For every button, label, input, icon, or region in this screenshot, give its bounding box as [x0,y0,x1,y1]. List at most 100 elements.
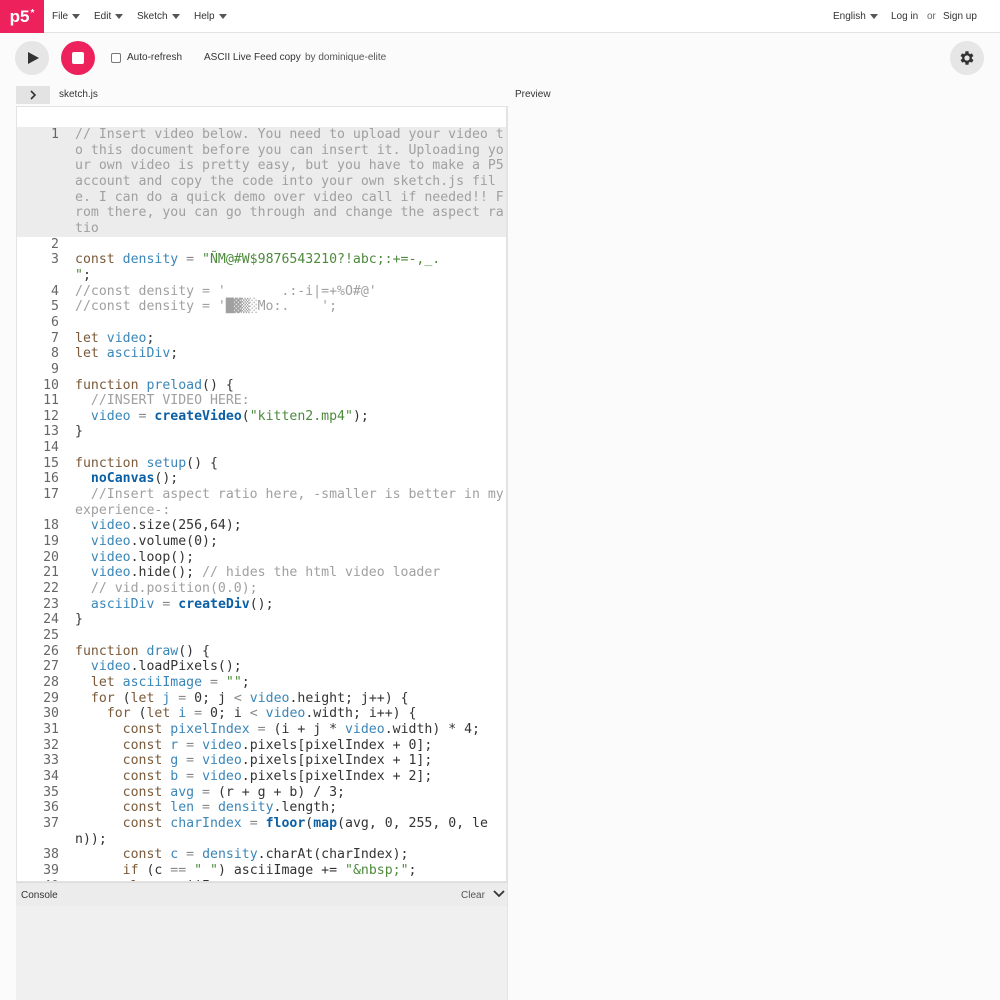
code-text: const density = "ÑM@#W$9876543210?!abc;:… [59,252,506,283]
code-line[interactable]: 25​ [17,628,506,644]
line-number: 20 [43,549,59,565]
code-token: density [217,800,274,816]
code-line[interactable]: 36 const len = density.length; [17,800,506,816]
line-number: 39 [43,862,59,878]
code-line[interactable]: 10 function preload() { [17,377,506,394]
code-text: ​ [59,362,506,378]
sidebar-toggle-button[interactable] [16,86,50,104]
code-line[interactable]: 33 const g = video.pixels[pixelIndex + 1… [17,753,506,769]
code-editor[interactable]: 1 // Insert video below. You need to uplo… [16,106,507,882]
line-number: 35 [43,784,59,800]
settings-button[interactable] [950,41,984,75]
code-line[interactable]: 35 const avg = (r + g + b) / 3; [17,784,506,801]
code-area[interactable]: 1 // Insert video below. You need to uplo… [17,127,506,881]
code-token: const [122,737,171,753]
code-token: = [178,768,203,784]
code-token: // vid.position(0.0); [90,581,258,597]
code-token: const [122,721,171,737]
code-line[interactable]: 9​ [17,362,506,378]
console-output[interactable] [16,906,507,1000]
menu-sketch[interactable]: Sketch [137,0,180,33]
code-line[interactable]: 31 const pixelIndex = (i + j * video.wid… [17,721,506,738]
line-number: 14 [43,440,59,456]
autorefresh-checkbox[interactable] [111,52,121,63]
autorefresh-toggle[interactable]: Auto-refresh [111,52,182,63]
code-token: function [75,455,147,471]
code-token: = [186,706,211,722]
code-line[interactable]: 1 // Insert video below. You need to uplo… [17,127,506,237]
code-line[interactable]: 18 video.size(256,64); [17,518,506,534]
code-line[interactable]: 24} [17,612,506,628]
code-token: //INSERT VIDEO HERE: [90,393,250,409]
code-text: for (let i = 0; i < video.width; i++) { [59,706,506,722]
code-token: setup [146,455,187,471]
code-token: ( [122,690,131,706]
code-line[interactable]: 11 //INSERT VIDEO HERE: [17,393,506,409]
play-button[interactable] [15,41,49,75]
code-line[interactable]: 3 const density = "ÑM@#W$9876543210?!abc;… [17,252,506,283]
code-line[interactable]: 27 video.loadPixels(); [17,659,506,675]
code-line[interactable]: 15 function setup() { [17,455,506,472]
code-token: "kitten2.mp4" [249,408,353,424]
language-label: English [833,11,866,22]
code-line[interactable]: 28 let asciiImage = ""; [17,674,506,691]
code-line[interactable]: 30 for (let i = 0; i < video.width; i++)… [17,706,506,722]
code-line[interactable]: 32 const r = video.pixels[pixelIndex + 0… [17,737,506,754]
code-text: const charIndex = floor(map(avg, 0, 255,… [59,816,506,847]
chevron-down-icon [869,14,878,19]
code-line[interactable]: 39 if (c == " ") asciiImage += "&nbsp;"; [17,862,506,879]
code-token: const [122,784,171,800]
login-link[interactable]: Log in [891,0,918,33]
code-line[interactable]: 4 //const density = ' .:-i|=+%O#@' [17,284,506,300]
code-line[interactable]: 22 // vid.position(0.0); [17,581,506,597]
menu-help-label: Help [194,11,215,22]
code-text: ​ [59,237,506,253]
file-tab-sketch[interactable]: sketch.js [59,89,98,100]
logo-text: p5 [9,6,30,26]
code-line[interactable]: 14​ [17,440,506,456]
chevron-down-icon[interactable] [492,887,506,901]
code-line[interactable]: 19 video.volume(0); [17,534,506,550]
menu-file[interactable]: File [52,0,81,33]
code-line[interactable]: 34 const b = video.pixels[pixelIndex + 2… [17,768,506,785]
code-token: ; [408,862,417,878]
menu-edit[interactable]: Edit [94,0,124,33]
code-line[interactable]: 29 for (let j = 0; j < video.height; j++… [17,690,506,707]
code-line[interactable]: 7 let video; [17,331,506,347]
sketch-owner[interactable]: by dominique-elite [305,52,386,63]
code-line[interactable]: 23 asciiDiv = createDiv(); [17,597,506,613]
language-selector[interactable]: English [833,0,878,33]
code-text: noCanvas(); [59,471,506,487]
code-token: () { [202,377,234,393]
code-line[interactable]: 8 let asciiDiv; [17,346,506,362]
code-line[interactable]: 38 const c = density.charAt(charIndex); [17,847,506,863]
code-line[interactable]: 26 function draw() { [17,644,506,660]
code-token: " " [194,862,218,878]
code-token: = [202,674,226,690]
code-token: 0; i [210,706,250,722]
code-line[interactable]: 2​ [17,237,506,253]
code-token: (r + g + b) / 3; [217,784,345,800]
code-line[interactable]: 6​ [17,315,506,331]
code-line[interactable]: 16 noCanvas(); [17,471,506,487]
console-clear-button[interactable]: Clear [461,890,485,901]
menu-help[interactable]: Help [194,0,227,33]
p5-logo[interactable]: p5 * [0,0,44,33]
code-line[interactable]: 12 video = createVideo("kitten2.mp4"); [17,408,506,425]
signup-link[interactable]: Sign up [943,0,977,33]
code-token: < [249,706,258,722]
code-line[interactable]: 13} [17,424,506,440]
code-token: .height; j++) { [289,690,409,706]
code-line[interactable]: 20 video.loop(); [17,549,506,566]
stop-button[interactable] [61,41,95,75]
code-line[interactable]: 5 //const density = '█▓▒░Mo:. '; [17,299,506,315]
sketch-name[interactable]: ASCII Live Feed copy [204,52,301,63]
code-line[interactable]: 21 video.hide(); // hides the html video… [17,565,506,581]
code-line[interactable]: 17 //Insert aspect ratio here, -smaller … [17,487,506,518]
code-line[interactable]: 37 const charIndex = floor(map(avg, 0, 2… [17,816,506,847]
